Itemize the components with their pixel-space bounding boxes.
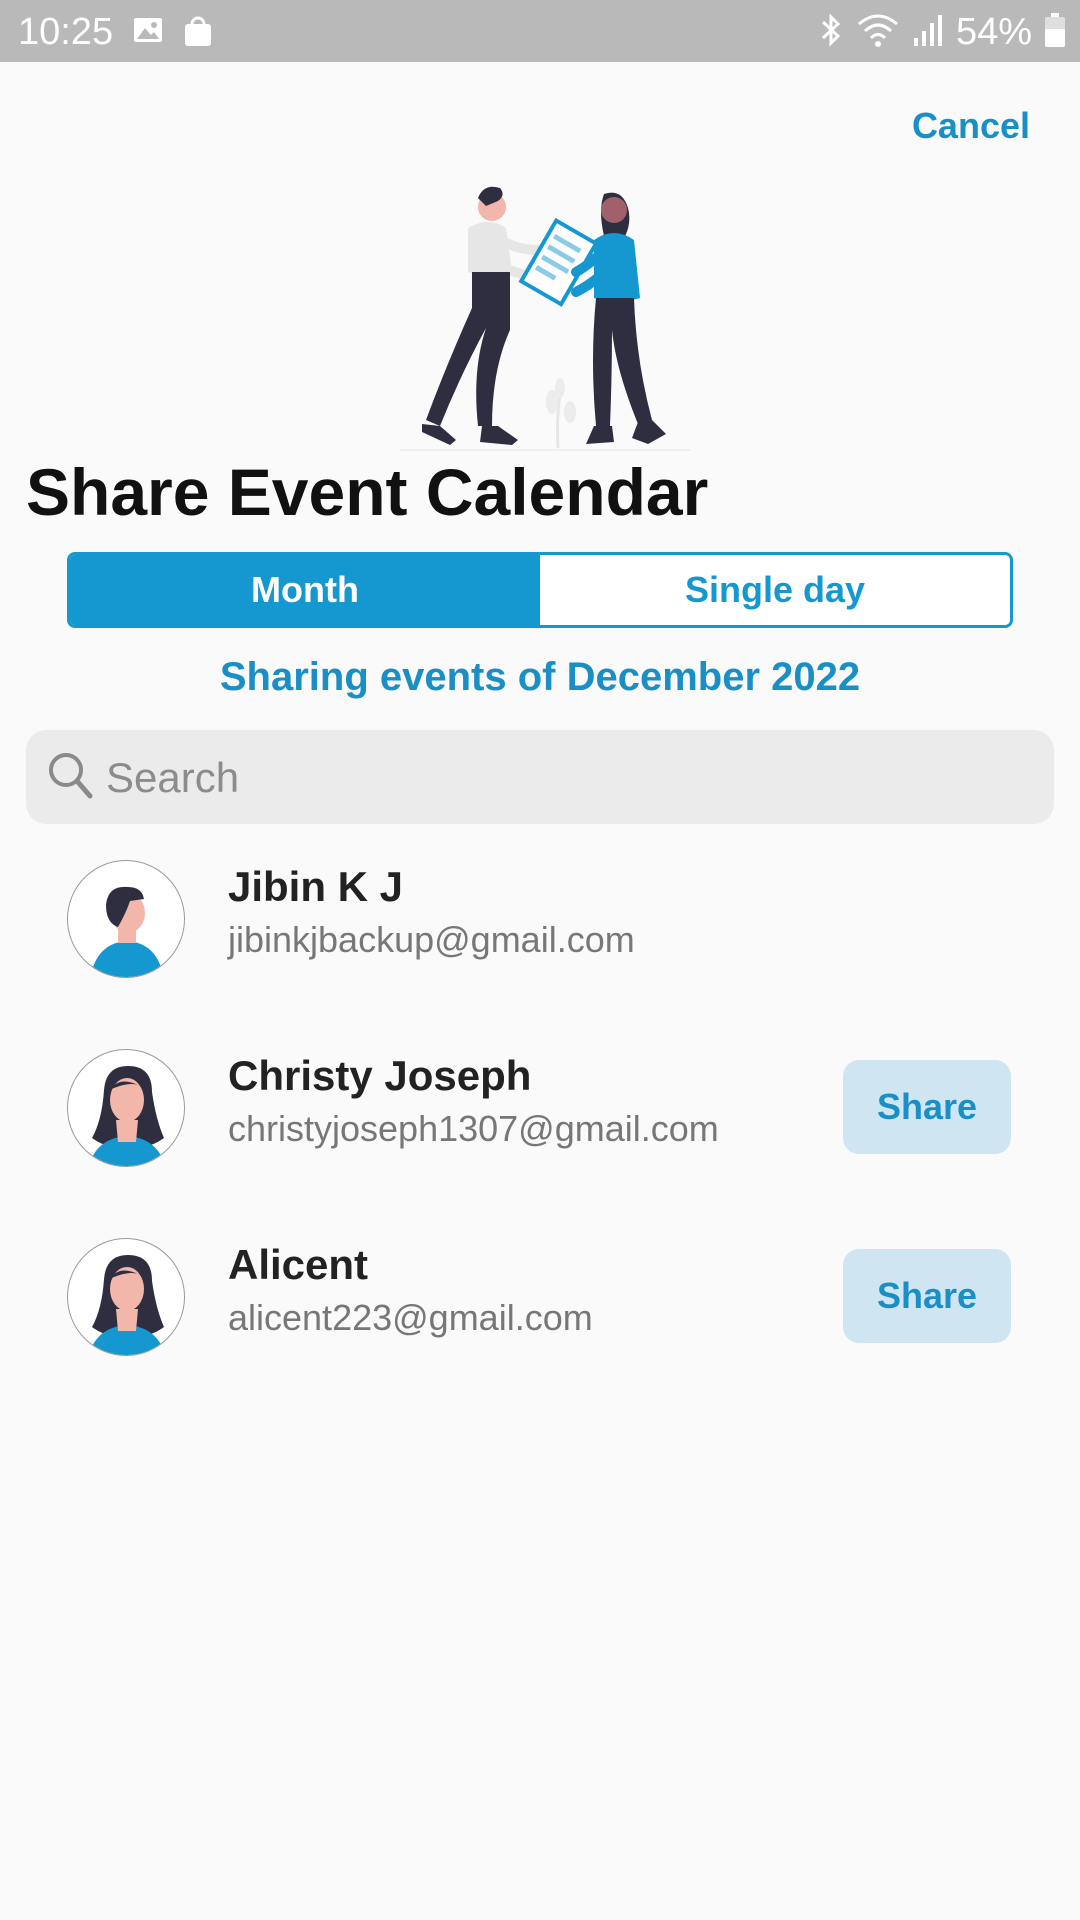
range-segmented-control: Month Single day: [67, 552, 1013, 628]
contact-name: Alicent: [228, 1241, 369, 1288]
system-icons: 54%: [818, 10, 1066, 54]
share-button[interactable]: Share: [843, 1060, 1011, 1154]
page-title: Share Event Calendar: [26, 455, 709, 529]
battery-icon: [1044, 12, 1066, 53]
contact-email: jibinkjbackup@gmail.com: [228, 919, 635, 960]
signal-icon: [912, 12, 944, 53]
contact-row: Christy Joseph christyjoseph1307@gmail.c…: [0, 1039, 1080, 1179]
battery-percent: 54%: [955, 11, 1032, 53]
notification-icons: [132, 14, 214, 53]
search-bar: [26, 730, 1054, 824]
search-input[interactable]: [104, 744, 1008, 812]
female-avatar-icon: [67, 1049, 185, 1167]
female-avatar-icon: [67, 1238, 185, 1356]
sharing-period-label: Sharing events of December 2022: [219, 655, 861, 699]
cancel-button[interactable]: Cancel: [912, 100, 1030, 152]
contact-name: Jibin K J: [228, 863, 404, 910]
search-icon: [46, 750, 94, 807]
status-bar: 10:25 54%: [0, 0, 1080, 62]
share-button[interactable]: Share: [843, 1249, 1011, 1343]
contact-row: Jibin K J jibinkjbackup@gmail.com: [0, 850, 1080, 990]
contact-name: Christy Joseph: [228, 1052, 532, 1099]
shopping-bag-icon: [182, 14, 214, 53]
segment-single-day[interactable]: Single day: [540, 555, 1010, 625]
contact-row: Alicent alicent223@gmail.com Share: [0, 1228, 1080, 1368]
image-icon: [132, 14, 164, 53]
bluetooth-icon: [818, 12, 844, 53]
contact-email: alicent223@gmail.com: [228, 1297, 593, 1338]
wifi-icon: [856, 12, 900, 53]
male-avatar-icon: [67, 860, 185, 978]
status-time: 10:25: [18, 11, 114, 53]
segment-month[interactable]: Month: [70, 555, 540, 625]
share-illustration: [400, 180, 690, 455]
contact-email: christyjoseph1307@gmail.com: [228, 1108, 719, 1149]
